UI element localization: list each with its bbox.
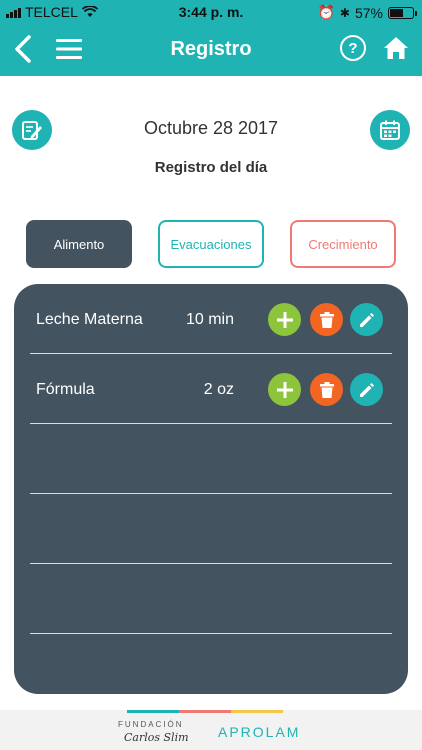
edit-button[interactable] (350, 373, 383, 406)
list-item: Leche Materna 10 min (30, 284, 392, 354)
battery-percent: 57% (354, 4, 383, 21)
calendar-button[interactable] (370, 110, 410, 150)
home-button[interactable] (382, 35, 410, 61)
entry-name: Leche Materna (36, 311, 143, 328)
battery-icon (388, 6, 417, 19)
footer-brand: Carlos Slim (124, 731, 189, 744)
nav-bar: Registro ? (0, 24, 422, 76)
plus-icon (276, 381, 293, 398)
pencil-icon (359, 382, 374, 397)
empty-row (30, 494, 392, 564)
footer: FUNDACIÓN Carlos Slim APROLAM (0, 710, 422, 750)
empty-row (30, 564, 392, 634)
tab-evacuaciones[interactable]: Evacuaciones (158, 220, 264, 268)
trash-icon (319, 381, 334, 398)
footer-stripe-teal (127, 710, 179, 713)
footer-stripe-yellow (231, 710, 283, 713)
status-right: ⏰ ✱ 57% (317, 4, 417, 21)
trash-icon (319, 311, 334, 328)
entry-amount: 2 oz (203, 381, 234, 398)
aprolam-logo: APROLAM (218, 724, 301, 740)
calendar-icon (380, 120, 400, 140)
header-bar: TELCEL 3:44 p. m. ⏰ ✱ 57% Registro ? (0, 0, 422, 76)
entries-panel: Leche Materna 10 min Fórmula 2 oz (14, 284, 408, 694)
selected-date: Octubre 28 2017 (143, 118, 279, 138)
alarm-icon: ⏰ (317, 4, 335, 20)
help-icon: ? (348, 39, 358, 57)
add-button[interactable] (268, 373, 301, 406)
section-subtitle: Registro del día (154, 159, 268, 176)
footer-org: FUNDACIÓN (118, 720, 184, 729)
status-bar: TELCEL 3:44 p. m. ⏰ ✱ 57% (0, 0, 422, 24)
tab-crecimiento[interactable]: Crecimiento (290, 220, 396, 268)
delete-button[interactable] (310, 303, 343, 336)
entry-name: Fórmula (36, 381, 95, 398)
help-button[interactable]: ? (340, 35, 366, 61)
list-item: Fórmula 2 oz (30, 354, 392, 424)
pencil-icon (359, 312, 374, 327)
tab-alimento[interactable]: Alimento (26, 220, 132, 268)
bluetooth-icon: ✱ (339, 5, 350, 20)
delete-button[interactable] (310, 373, 343, 406)
empty-row (30, 424, 392, 494)
entry-amount: 10 min (185, 311, 234, 328)
edit-button[interactable] (350, 303, 383, 336)
add-button[interactable] (268, 303, 301, 336)
footer-stripe-coral (179, 710, 231, 713)
home-icon (384, 37, 408, 59)
plus-icon (276, 311, 293, 328)
